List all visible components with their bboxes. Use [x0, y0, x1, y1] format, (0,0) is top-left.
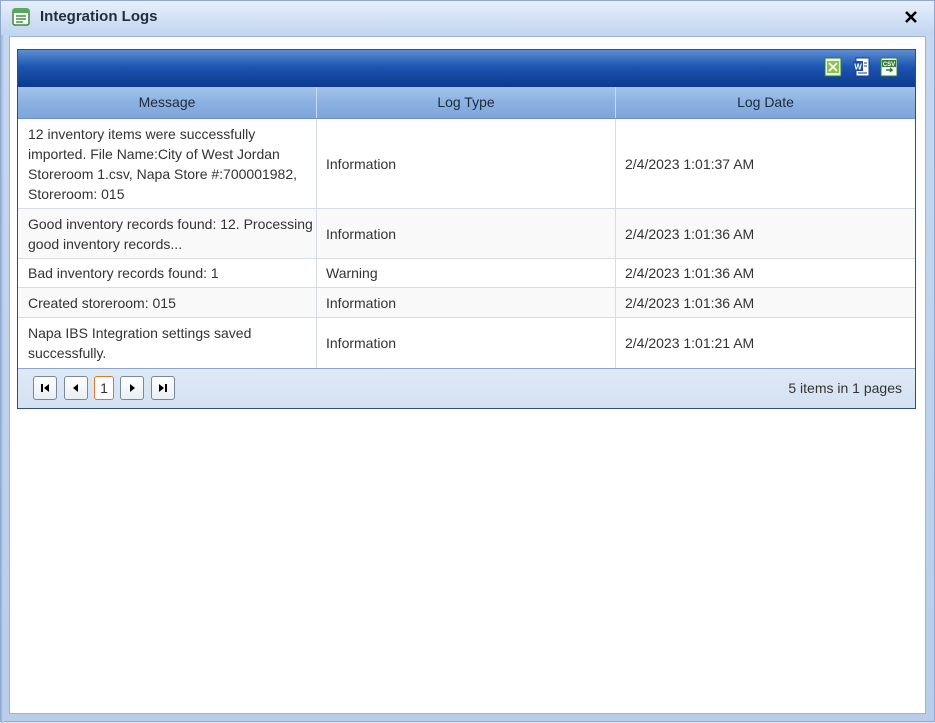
svg-text:W: W: [854, 63, 862, 72]
table-row[interactable]: Napa IBS Integration settings saved succ…: [18, 318, 915, 368]
next-page-button[interactable]: [120, 376, 144, 400]
csv-icon-text: CSV: [883, 62, 895, 68]
column-header-log-date[interactable]: Log Date: [616, 87, 915, 118]
table-row[interactable]: Good inventory records found: 12. Proces…: [18, 209, 915, 259]
column-header-log-type[interactable]: Log Type: [317, 87, 616, 118]
table-row[interactable]: Bad inventory records found: 1 Warning 2…: [18, 259, 915, 288]
window-border: [1, 35, 4, 723]
cell-log-date: 2/4/2023 1:01:36 AM: [625, 225, 755, 242]
prev-page-button[interactable]: [64, 376, 88, 400]
next-page-icon: [130, 384, 135, 392]
cell-log-type: Information: [317, 318, 616, 368]
window-title: Integration Logs: [40, 8, 158, 25]
cell-message: Good inventory records found: 12. Proces…: [18, 209, 317, 258]
first-page-button[interactable]: [33, 376, 57, 400]
cell-message: Napa IBS Integration settings saved succ…: [18, 318, 317, 368]
cell-log-date: 2/4/2023 1:01:36 AM: [625, 265, 755, 281]
current-page-number[interactable]: 1: [94, 376, 114, 400]
grid-header: Message Log Type Log Date: [18, 87, 915, 119]
last-page-button[interactable]: [151, 376, 175, 400]
cell-log-type: Warning: [317, 259, 616, 287]
last-page-icon: [159, 384, 167, 392]
table-row[interactable]: Created storeroom: 015 Information 2/4/2…: [18, 288, 915, 318]
pager-info: 5 items in 1 pages: [788, 380, 902, 396]
cell-log-type: Information: [317, 288, 616, 317]
cell-message: Bad inventory records found: 1: [18, 259, 317, 287]
word-icon[interactable]: W: [852, 57, 870, 77]
cell-message: 12 inventory items were successfully imp…: [18, 119, 317, 208]
column-header-message[interactable]: Message: [18, 87, 317, 118]
excel-icon[interactable]: [824, 57, 842, 77]
grid-toolbar: W CSV: [18, 50, 915, 87]
csv-icon[interactable]: CSV: [880, 57, 898, 77]
list-icon: [12, 8, 30, 26]
integration-logs-window: Integration Logs W CSV Message Log Type …: [0, 0, 935, 723]
first-page-icon: [41, 384, 49, 392]
table-row[interactable]: 12 inventory items were successfully imp…: [18, 119, 915, 209]
prev-page-icon: [73, 384, 78, 392]
close-icon[interactable]: [904, 10, 918, 24]
pager: 1 5 items in 1 pages: [18, 368, 915, 408]
cell-log-date: 2/4/2023 1:01:37 AM: [625, 155, 755, 172]
window-content: W CSV Message Log Type Log Date 12 inven…: [9, 36, 926, 714]
cell-log-type: Information: [317, 209, 616, 258]
cell-log-date: 2/4/2023 1:01:21 AM: [625, 335, 755, 351]
cell-log-type: Information: [317, 119, 616, 208]
cell-message: Created storeroom: 015: [18, 288, 317, 317]
logs-grid: W CSV Message Log Type Log Date 12 inven…: [17, 49, 916, 409]
title-bar[interactable]: Integration Logs: [1, 1, 934, 35]
cell-log-date: 2/4/2023 1:01:36 AM: [625, 294, 755, 311]
